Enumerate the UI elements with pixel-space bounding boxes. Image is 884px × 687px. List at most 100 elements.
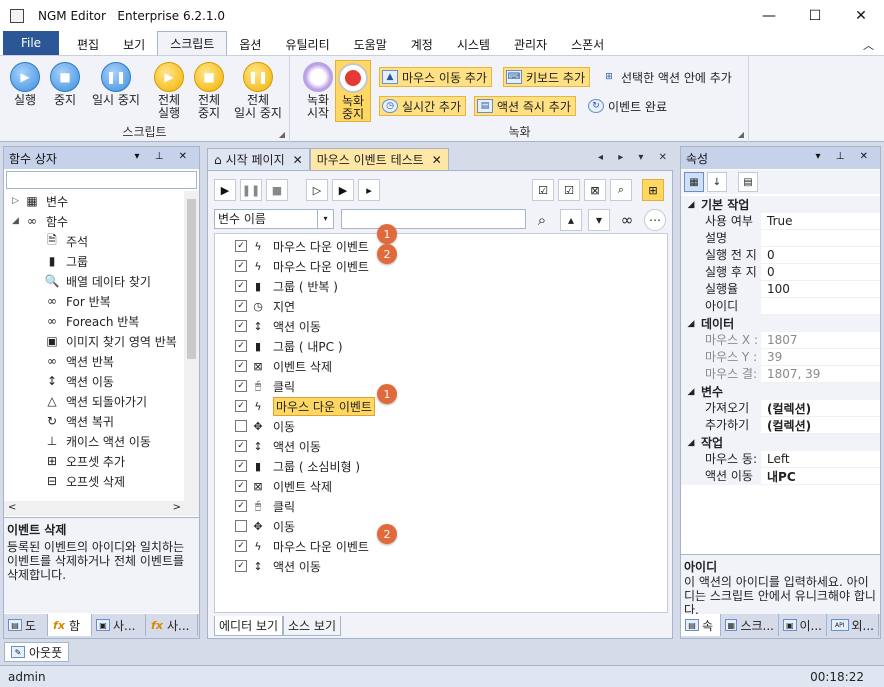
clear-button[interactable]: ⊠ bbox=[584, 179, 606, 201]
menu-8[interactable]: 시스템 bbox=[445, 33, 502, 55]
menu-1[interactable]: 편집 bbox=[65, 33, 111, 55]
script-button-6[interactable]: ❚❚ 전체 일시 중지 bbox=[230, 62, 286, 120]
stop-button[interactable]: ■ bbox=[266, 179, 288, 201]
close-tab-icon[interactable]: ✕ bbox=[432, 153, 442, 167]
event-checkbox[interactable]: ✓ bbox=[235, 360, 247, 372]
filter-search-input[interactable] bbox=[341, 209, 526, 229]
event-checkbox[interactable]: ✓ bbox=[235, 280, 247, 292]
zoom-button[interactable]: ⌕ bbox=[610, 179, 632, 201]
property-category[interactable]: ◢ 작업 bbox=[681, 434, 880, 451]
property-row[interactable]: 설명 bbox=[681, 229, 880, 247]
menu-7[interactable]: 계정 bbox=[399, 33, 445, 55]
scroll-thumb[interactable] bbox=[187, 199, 196, 359]
collapse-arrow-icon[interactable]: ◢ bbox=[681, 438, 701, 448]
property-pages-icon[interactable]: ▤ bbox=[738, 172, 758, 192]
property-row[interactable]: 마우스 Y :39 bbox=[681, 348, 880, 366]
tree-view-button[interactable]: ⊞ bbox=[642, 179, 664, 201]
tree-item[interactable]: ↻ 액션 복귀 bbox=[44, 411, 114, 431]
right-tab-1[interactable]: ▤ 속 bbox=[681, 614, 721, 636]
property-value[interactable]: 0 bbox=[761, 265, 775, 279]
record-stop-button[interactable]: 녹화 중지 bbox=[335, 60, 371, 122]
add-mouse-move-button[interactable]: ▲ 마우스 이동 추가 bbox=[379, 67, 492, 87]
property-value[interactable]: True bbox=[761, 214, 793, 228]
event-checkbox[interactable]: ✓ bbox=[235, 460, 247, 472]
property-value[interactable]: (컬렉션) bbox=[761, 417, 811, 434]
event-row[interactable]: ✓ ↕ 액션 이동 bbox=[235, 556, 321, 576]
tree-item[interactable]: 🔍 배열 데이타 찾기 bbox=[44, 271, 151, 291]
tree-item[interactable]: ⊥ 캐이스 액션 이동 bbox=[44, 431, 151, 451]
event-checkbox[interactable]: ✓ bbox=[235, 540, 247, 552]
event-checkbox[interactable]: ✓ bbox=[235, 340, 247, 352]
expand-arrow-icon[interactable]: ▷ bbox=[12, 196, 24, 206]
event-row[interactable]: ✓ ▮ 그룹 ( 내PC ) bbox=[235, 336, 343, 356]
run-boxed-button[interactable]: ▶ bbox=[332, 179, 354, 201]
property-category[interactable]: ◢ 변수 bbox=[681, 383, 880, 400]
event-row[interactable]: ✓ ϟ 마우스 다운 이벤트 bbox=[235, 536, 369, 556]
script-button-3[interactable]: ❚❚ 일시 중지 bbox=[88, 62, 144, 107]
tree-item[interactable]: ∞ Foreach 반복 bbox=[44, 311, 139, 331]
run-outline-button[interactable]: ▷ bbox=[306, 179, 328, 201]
property-row[interactable]: 아이디 bbox=[681, 297, 880, 315]
event-checkbox[interactable]: ✓ bbox=[235, 300, 247, 312]
tree-item[interactable]: ↕ 액션 이동 bbox=[44, 371, 114, 391]
maximize-button[interactable]: ☐ bbox=[792, 0, 838, 32]
property-row[interactable]: 가져오기 (컬렉션) bbox=[681, 399, 880, 417]
minimize-button[interactable]: — bbox=[746, 0, 792, 32]
property-value[interactable]: 내PC bbox=[761, 468, 796, 485]
collapse-arrow-icon[interactable]: ◢ bbox=[681, 387, 701, 397]
property-row[interactable]: 마우스 X :1807 bbox=[681, 331, 880, 349]
tree-vertical-scrollbar[interactable] bbox=[184, 191, 199, 501]
property-row[interactable]: 액션 이동 내PC bbox=[681, 467, 880, 485]
property-row[interactable]: 사용 여부 True bbox=[681, 212, 880, 230]
dialog-launcher-icon[interactable]: ◢ bbox=[279, 130, 285, 139]
event-checkbox[interactable]: ✓ bbox=[235, 380, 247, 392]
property-value[interactable]: 39 bbox=[761, 350, 782, 364]
tree-item[interactable]: ▮ 그룹 bbox=[44, 251, 88, 271]
property-category[interactable]: ◢ 데이터 bbox=[681, 315, 880, 332]
dialog-launcher-icon[interactable]: ◢ bbox=[738, 130, 744, 139]
event-checkbox[interactable]: ✓ bbox=[235, 320, 247, 332]
tree-item[interactable]: ◢ ∞ 함수 bbox=[12, 211, 68, 231]
property-row[interactable]: >마우스 결:1807, 39 bbox=[681, 365, 880, 383]
left-tab-2[interactable]: fx 함 bbox=[48, 614, 92, 636]
menu-5[interactable]: 유틸리티 bbox=[273, 33, 341, 55]
expand-arrow-icon[interactable]: ◢ bbox=[12, 216, 24, 226]
property-value[interactable]: Left bbox=[761, 452, 790, 466]
tree-item[interactable]: ⊞ 오프셋 추가 bbox=[44, 451, 125, 471]
search-button[interactable]: ⌕ bbox=[531, 209, 553, 231]
pause-button[interactable]: ❚❚ bbox=[240, 179, 262, 201]
script-button-5[interactable]: ■ 전체 중지 bbox=[186, 62, 232, 120]
event-row[interactable]: ✓ ϟ 마우스 다운 이벤트 bbox=[235, 396, 375, 416]
property-row[interactable]: 마우스 동: Left bbox=[681, 450, 880, 468]
event-checkbox[interactable]: ✓ bbox=[235, 260, 247, 272]
tab-editor-view[interactable]: 에디터 보기 bbox=[214, 616, 284, 636]
collapse-ribbon-icon[interactable]: ︿ bbox=[863, 37, 874, 53]
script-button-2[interactable]: ■ 중지 bbox=[42, 62, 88, 107]
menu-9[interactable]: 관리자 bbox=[502, 33, 559, 55]
property-value[interactable]: 1807 bbox=[761, 333, 798, 347]
property-category[interactable]: ◢ 기본 작업 bbox=[681, 196, 880, 213]
tree-item[interactable]: ▣ 이미지 찾기 영역 반복 bbox=[44, 331, 176, 351]
tab-mouse-event-test[interactable]: 마우스 이벤트 테스트 ✕ bbox=[309, 148, 449, 170]
function-search-input[interactable] bbox=[6, 171, 197, 189]
loop-button[interactable]: ∞ bbox=[616, 209, 638, 231]
close-tab-icon[interactable]: ✕ bbox=[293, 153, 303, 167]
tree-item[interactable]: ∞ For 반복 bbox=[44, 291, 111, 311]
check-partial-button[interactable]: ☑ bbox=[558, 179, 580, 201]
scroll-left-icon[interactable]: < bbox=[8, 502, 16, 513]
run-button[interactable]: ▶ bbox=[214, 179, 236, 201]
event-checkbox[interactable]: ✓ bbox=[235, 400, 247, 412]
event-complete-button[interactable]: ↻ 이벤트 완료 bbox=[586, 96, 671, 116]
property-value[interactable]: 0 bbox=[761, 248, 775, 262]
menu-3[interactable]: 스크립트 bbox=[157, 31, 228, 55]
scroll-right-icon[interactable]: > bbox=[173, 502, 181, 513]
step-button[interactable]: ▸ bbox=[358, 179, 380, 201]
event-row[interactable]: ✓ ϟ 마우스 다운 이벤트 bbox=[235, 236, 369, 256]
event-row[interactable]: ✥ 이동 bbox=[235, 516, 295, 536]
tab-controls[interactable]: ◂ ▸ ▾ ✕ bbox=[598, 152, 673, 163]
collapse-arrow-icon[interactable]: ◢ bbox=[681, 200, 701, 210]
menu-6[interactable]: 도움말 bbox=[342, 33, 399, 55]
event-checkbox[interactable]: ✓ bbox=[235, 480, 247, 492]
property-row[interactable]: 실행 전 지0 bbox=[681, 246, 880, 264]
event-row[interactable]: ✓ ▮ 그룹 ( 반복 ) bbox=[235, 276, 338, 296]
